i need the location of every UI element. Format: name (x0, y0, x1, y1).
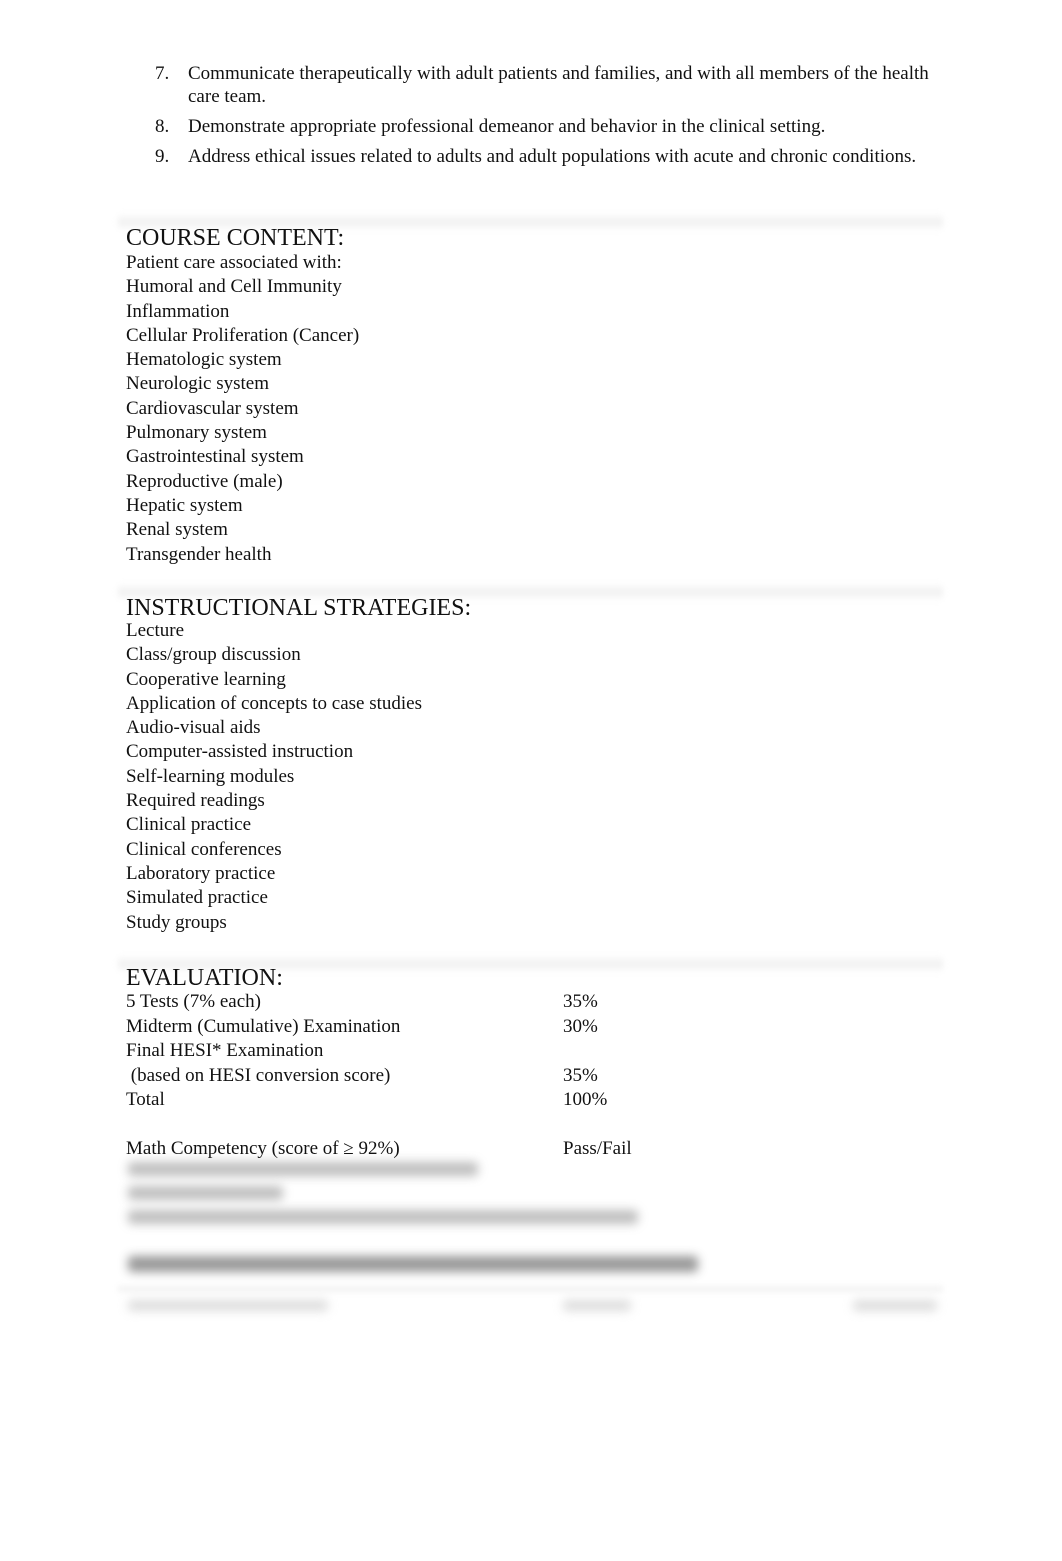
evaluation-table: 5 Tests (7% each) 35% Midterm (Cumulative)… (126, 990, 632, 1162)
blurred-footer-center (563, 1300, 631, 1311)
objective-text: Communicate therapeutically with adult p… (188, 63, 929, 107)
list-item: Laboratory practice (126, 862, 276, 884)
objective-item: 8. Demonstrate appropriate professional … (155, 115, 945, 138)
evaluation-row: Total 100% (126, 1088, 607, 1113)
blurred-note (128, 1256, 698, 1272)
evaluation-row: Math Competency (score of ≥ 92%) Pass/Fai… (126, 1137, 632, 1162)
evaluation-value: 35% (563, 1064, 598, 1086)
evaluation-row (126, 1113, 400, 1138)
objective-number: 9. (155, 146, 170, 167)
course-content-list: Patient care associated with: Humoral and… (126, 251, 359, 567)
evaluation-row: Final HESI* Examination (126, 1039, 400, 1064)
instructional-strategies-heading: INSTRUCTIONAL STRATEGIES: (126, 595, 472, 621)
list-item: Clinical conferences (126, 838, 282, 860)
list-item: Cellular Proliferation (Cancer) (126, 324, 360, 346)
list-item: Patient care associated with: (126, 252, 342, 273)
list-item: Application of concepts to case studies (126, 692, 423, 714)
list-item: Hematologic system (126, 349, 282, 371)
evaluation-label: 5 Tests (7% each) (126, 991, 261, 1012)
evaluation-row: Midterm (Cumulative) Examination 30% (126, 1015, 598, 1040)
list-item: Cardiovascular system (126, 397, 299, 419)
list-item: Audio-visual aids (126, 717, 261, 739)
objectives-list: 7. Communicate therapeutically with adul… (155, 62, 945, 175)
objective-item: 9. Address ethical issues related to adu… (155, 145, 945, 168)
objective-number: 8. (155, 116, 170, 137)
blurred-text (128, 1162, 478, 1176)
evaluation-row: 5 Tests (7% each) 35% (126, 990, 598, 1015)
objective-text: Address ethical issues related to adults… (188, 146, 917, 167)
list-item: Hepatic system (126, 494, 243, 516)
list-item: Class/group discussion (126, 644, 301, 666)
list-item: Renal system (126, 519, 228, 541)
list-item: Neurologic system (126, 373, 270, 395)
document-page: 7. Communicate therapeutically with adul… (0, 0, 1062, 1561)
evaluation-label: Math Competency (score of ≥ 92%) (126, 1138, 400, 1159)
list-item: Lecture (126, 620, 185, 641)
list-item: Self-learning modules (126, 765, 295, 787)
list-item: Computer-assisted instruction (126, 741, 354, 763)
evaluation-value: 30% (563, 1015, 598, 1037)
evaluation-value: Pass/Fail (563, 1138, 632, 1159)
footer-divider (118, 1284, 943, 1294)
list-item: Gastrointestinal system (126, 446, 304, 468)
objective-item: 7. Communicate therapeutically with adul… (155, 62, 945, 108)
list-item: Study groups (126, 911, 227, 933)
list-item: Required readings (126, 790, 265, 812)
evaluation-row: (based on HESI conversion score) 35% (126, 1064, 598, 1089)
evaluation-label: Midterm (Cumulative) Examination (126, 1015, 401, 1037)
list-item: Cooperative learning (126, 668, 286, 690)
blurred-footer-right (853, 1300, 937, 1311)
instructional-strategies-list: Lecture Class/group discussion Cooperative… (126, 619, 422, 935)
list-item: Humoral and Cell Immunity (126, 276, 342, 298)
list-item: Transgender health (126, 543, 272, 565)
list-item: Pulmonary system (126, 422, 267, 444)
evaluation-value: 35% (563, 991, 598, 1012)
blurred-text (128, 1186, 283, 1200)
list-item: Simulated practice (126, 887, 268, 909)
objective-number: 7. (155, 63, 170, 84)
list-item: Inflammation (126, 300, 230, 322)
blurred-footer-left (128, 1300, 328, 1311)
list-item: Reproductive (male) (126, 470, 283, 492)
evaluation-heading: EVALUATION: (126, 965, 283, 991)
evaluation-label: Final HESI* Examination (126, 1040, 324, 1061)
blurred-text (128, 1210, 638, 1224)
objective-text: Demonstrate appropriate professional dem… (188, 116, 826, 137)
evaluation-value: 100% (563, 1089, 608, 1110)
course-content-heading: COURSE CONTENT: (126, 225, 345, 251)
list-item: Clinical practice (126, 814, 252, 836)
evaluation-label: (based on HESI conversion score) (126, 1064, 391, 1086)
evaluation-label: Total (126, 1089, 165, 1110)
